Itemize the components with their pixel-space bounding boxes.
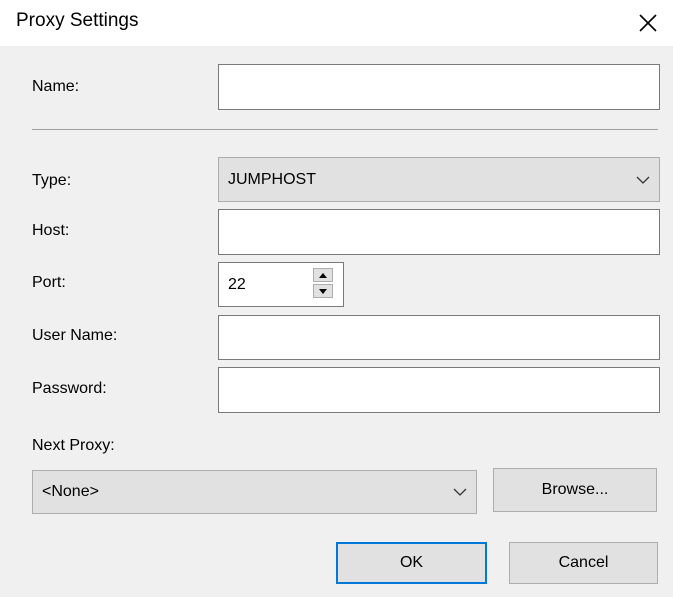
ok-button[interactable]: OK (336, 542, 487, 584)
cancel-button[interactable]: Cancel (509, 542, 658, 584)
spin-down-icon (319, 288, 327, 294)
password-input[interactable] (218, 367, 660, 413)
name-input[interactable] (218, 64, 660, 110)
chevron-down-icon (444, 488, 476, 496)
close-icon (639, 14, 657, 32)
type-select-value: JUMPHOST (228, 170, 316, 188)
user-name-input[interactable] (218, 315, 660, 360)
port-label: Port: (32, 274, 66, 291)
spin-up-icon (319, 272, 327, 278)
dialog-title: Proxy Settings (16, 10, 139, 31)
type-select[interactable]: JUMPHOST (218, 157, 660, 202)
next-proxy-select[interactable]: <None> (32, 470, 477, 514)
user-name-label: User Name: (32, 327, 118, 344)
host-label: Host: (32, 222, 70, 239)
separator (32, 129, 658, 130)
host-input[interactable] (218, 209, 660, 255)
chevron-down-icon (627, 176, 659, 184)
spin-down-button[interactable] (313, 284, 333, 298)
port-value: 22 (228, 275, 246, 293)
name-label: Name: (32, 78, 80, 95)
password-label: Password: (32, 380, 107, 397)
type-label: Type: (32, 172, 72, 189)
next-proxy-select-value: <None> (42, 483, 99, 500)
title-bar: Proxy Settings (0, 0, 673, 46)
spin-up-button[interactable] (313, 268, 333, 282)
browse-button[interactable]: Browse... (493, 468, 657, 512)
proxy-settings-dialog: Proxy Settings Name: Type: JUMPHOST Host… (0, 0, 673, 597)
next-proxy-label: Next Proxy: (32, 437, 115, 454)
close-button[interactable] (628, 6, 668, 40)
